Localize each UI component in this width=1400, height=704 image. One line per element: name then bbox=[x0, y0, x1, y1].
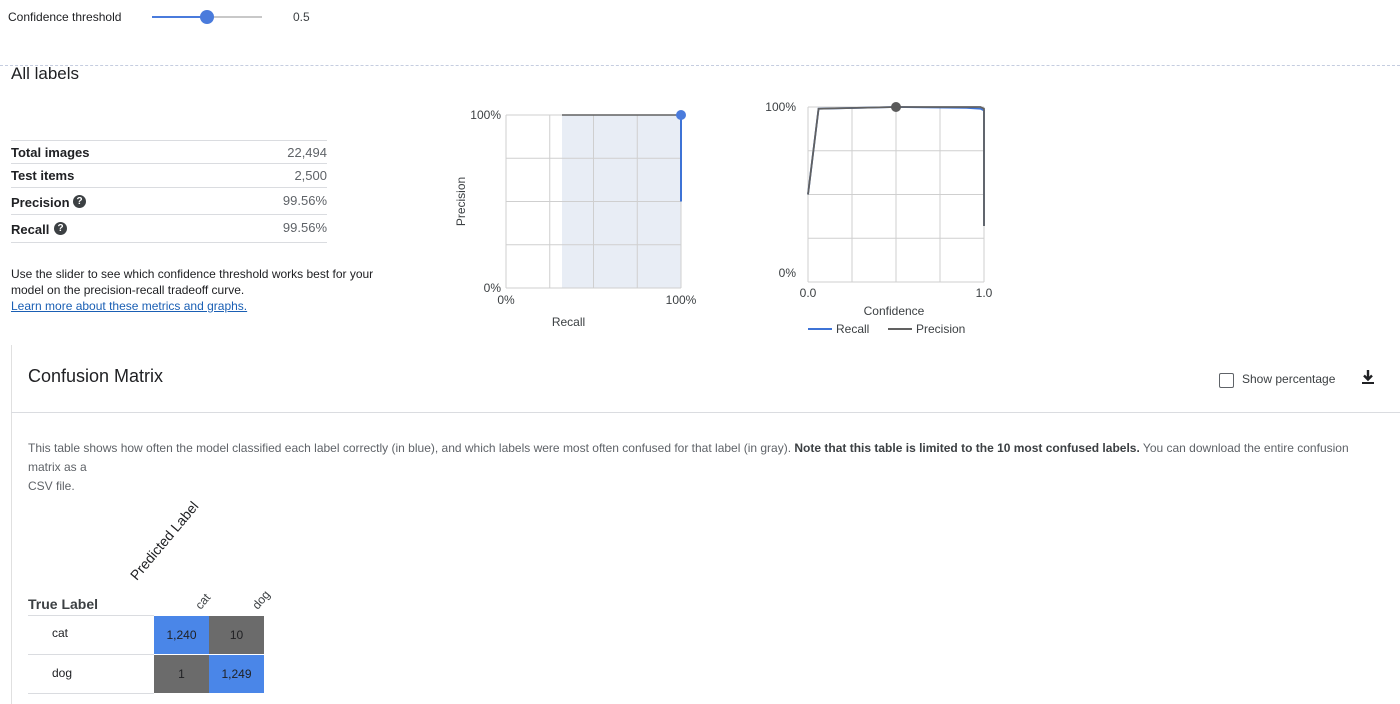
true-label-header: True Label bbox=[28, 596, 99, 612]
section-divider bbox=[0, 65, 1400, 66]
metric-value: 99.56% bbox=[282, 193, 327, 208]
y-tick-label: 100% bbox=[765, 100, 796, 114]
pr-threshold-point bbox=[676, 110, 686, 120]
metric-value: 99.56% bbox=[282, 220, 327, 235]
description-bold: Note that this table is limited to the 1… bbox=[794, 441, 1140, 455]
slider-help-line: model on the precision-recall tradeoff c… bbox=[11, 283, 245, 297]
metric-row-total-images: Total images 22,494 bbox=[11, 140, 327, 163]
predicted-label-header: Predicted Label bbox=[126, 498, 202, 583]
section-title: All labels bbox=[11, 64, 80, 83]
show-percentage-checkbox[interactable] bbox=[1219, 373, 1234, 388]
slider-help-text: Use the slider to see which confidence t… bbox=[11, 266, 391, 314]
card-border bbox=[11, 345, 12, 704]
learn-more-link[interactable]: Learn more about these metrics and graph… bbox=[11, 298, 391, 314]
column-header-dog: dog bbox=[249, 587, 273, 612]
slider-help-line: Use the slider to see which confidence t… bbox=[11, 267, 374, 281]
metric-label: Precision bbox=[11, 195, 70, 210]
card-divider bbox=[11, 412, 1400, 413]
metric-label: Total images bbox=[11, 145, 90, 160]
legend-label: Precision bbox=[916, 322, 965, 336]
help-icon[interactable]: ? bbox=[73, 195, 86, 208]
y-tick-label: 0% bbox=[779, 266, 797, 280]
metric-value: 2,500 bbox=[294, 168, 327, 183]
matrix-cell-correct: 1,240 bbox=[154, 616, 209, 654]
y-axis-label: Precision bbox=[454, 177, 468, 226]
confusion-description: This table shows how often the model cla… bbox=[28, 439, 1378, 496]
threshold-value: 0.5 bbox=[293, 10, 310, 24]
x-tick-label: 0% bbox=[497, 293, 515, 307]
metric-label: Test items bbox=[11, 168, 75, 183]
y-tick-label: 100% bbox=[470, 108, 501, 122]
description-text: CSV file. bbox=[28, 479, 75, 493]
x-axis-label: Recall bbox=[552, 315, 585, 329]
matrix-cell-confused: 1 bbox=[154, 655, 209, 693]
download-icon[interactable] bbox=[1360, 368, 1376, 386]
threshold-slider-thumb[interactable] bbox=[200, 10, 214, 24]
matrix-cell-correct: 1,249 bbox=[209, 655, 264, 693]
legend-label: Recall bbox=[836, 322, 869, 336]
column-header-cat: cat bbox=[192, 590, 214, 612]
precision-recall-chart: 100%0%0% 100%RecallPrecision bbox=[454, 108, 697, 329]
metric-label: Recall bbox=[11, 222, 50, 237]
help-icon[interactable]: ? bbox=[54, 222, 67, 235]
threshold-slider-fill bbox=[152, 16, 207, 18]
metric-row-precision: Precision ? 99.56% bbox=[11, 187, 327, 214]
row-divider bbox=[28, 693, 154, 694]
show-percentage-label[interactable]: Show percentage bbox=[1242, 372, 1335, 386]
description-text: This table shows how often the model cla… bbox=[28, 441, 795, 455]
row-label-cat: cat bbox=[52, 626, 69, 640]
confidence-chart: 100% 0%0.0 1.0 Confidence Recall Precision bbox=[765, 100, 993, 336]
confusion-title: Confusion Matrix bbox=[28, 366, 164, 386]
threshold-label: Confidence threshold bbox=[8, 10, 122, 24]
row-divider bbox=[28, 654, 154, 655]
row-label-dog: dog bbox=[52, 666, 73, 680]
metric-row-test-items: Test items 2,500 bbox=[11, 163, 327, 186]
confidence-threshold-point bbox=[891, 102, 901, 112]
x-tick-label: 100% bbox=[666, 293, 697, 307]
metric-value: 22,494 bbox=[287, 145, 327, 160]
metric-row-recall: Recall ? 99.56% bbox=[11, 214, 327, 243]
x-tick-label: 1.0 bbox=[976, 286, 993, 300]
row-divider bbox=[28, 615, 154, 616]
x-tick-label: 0.0 bbox=[800, 286, 817, 300]
x-axis-label: Confidence bbox=[864, 304, 925, 318]
matrix-cell-confused: 10 bbox=[209, 616, 264, 654]
